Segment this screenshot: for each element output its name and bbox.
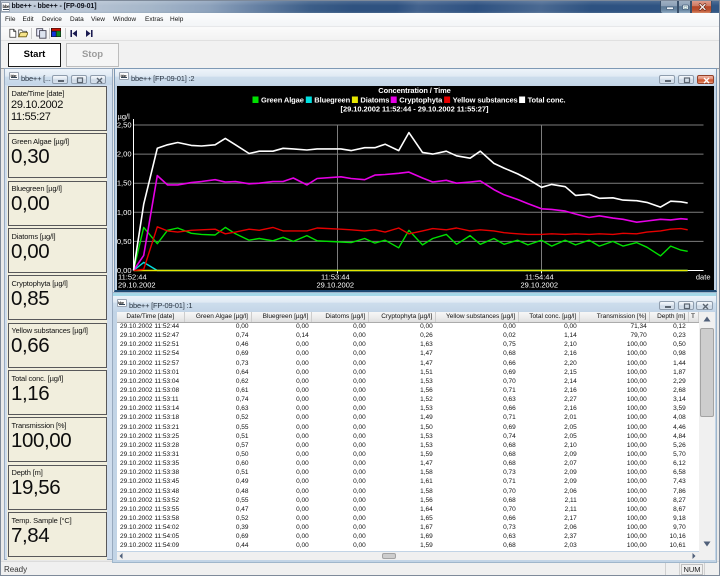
svg-text:Diatoms: Diatoms	[360, 95, 389, 104]
svg-text:Cryptophyta: Cryptophyta	[399, 95, 443, 104]
svg-text:[29.10.2002 11:52:44 - 29.10.2: [29.10.2002 11:52:44 - 29.10.2002 11:55:…	[341, 105, 490, 114]
svg-text:Green Algae: Green Algae	[261, 95, 304, 104]
svg-text:29.10.2002: 29.10.2002	[317, 281, 355, 290]
svg-text:1,50: 1,50	[117, 179, 132, 188]
svg-text:2,00: 2,00	[117, 150, 132, 159]
svg-text:29.10.2002: 29.10.2002	[118, 281, 156, 290]
svg-text:date: date	[696, 273, 711, 282]
svg-text:Yellow substances: Yellow substances	[453, 95, 518, 104]
svg-text:29.10.2002: 29.10.2002	[521, 281, 559, 290]
svg-text:Bluegreen: Bluegreen	[314, 95, 350, 104]
svg-text:Total conc.: Total conc.	[528, 95, 566, 104]
svg-text:2,50: 2,50	[117, 121, 132, 130]
svg-text:Concentration / Time: Concentration / Time	[378, 86, 450, 95]
svg-text:1,00: 1,00	[117, 208, 132, 217]
svg-text:0,50: 0,50	[117, 237, 132, 246]
